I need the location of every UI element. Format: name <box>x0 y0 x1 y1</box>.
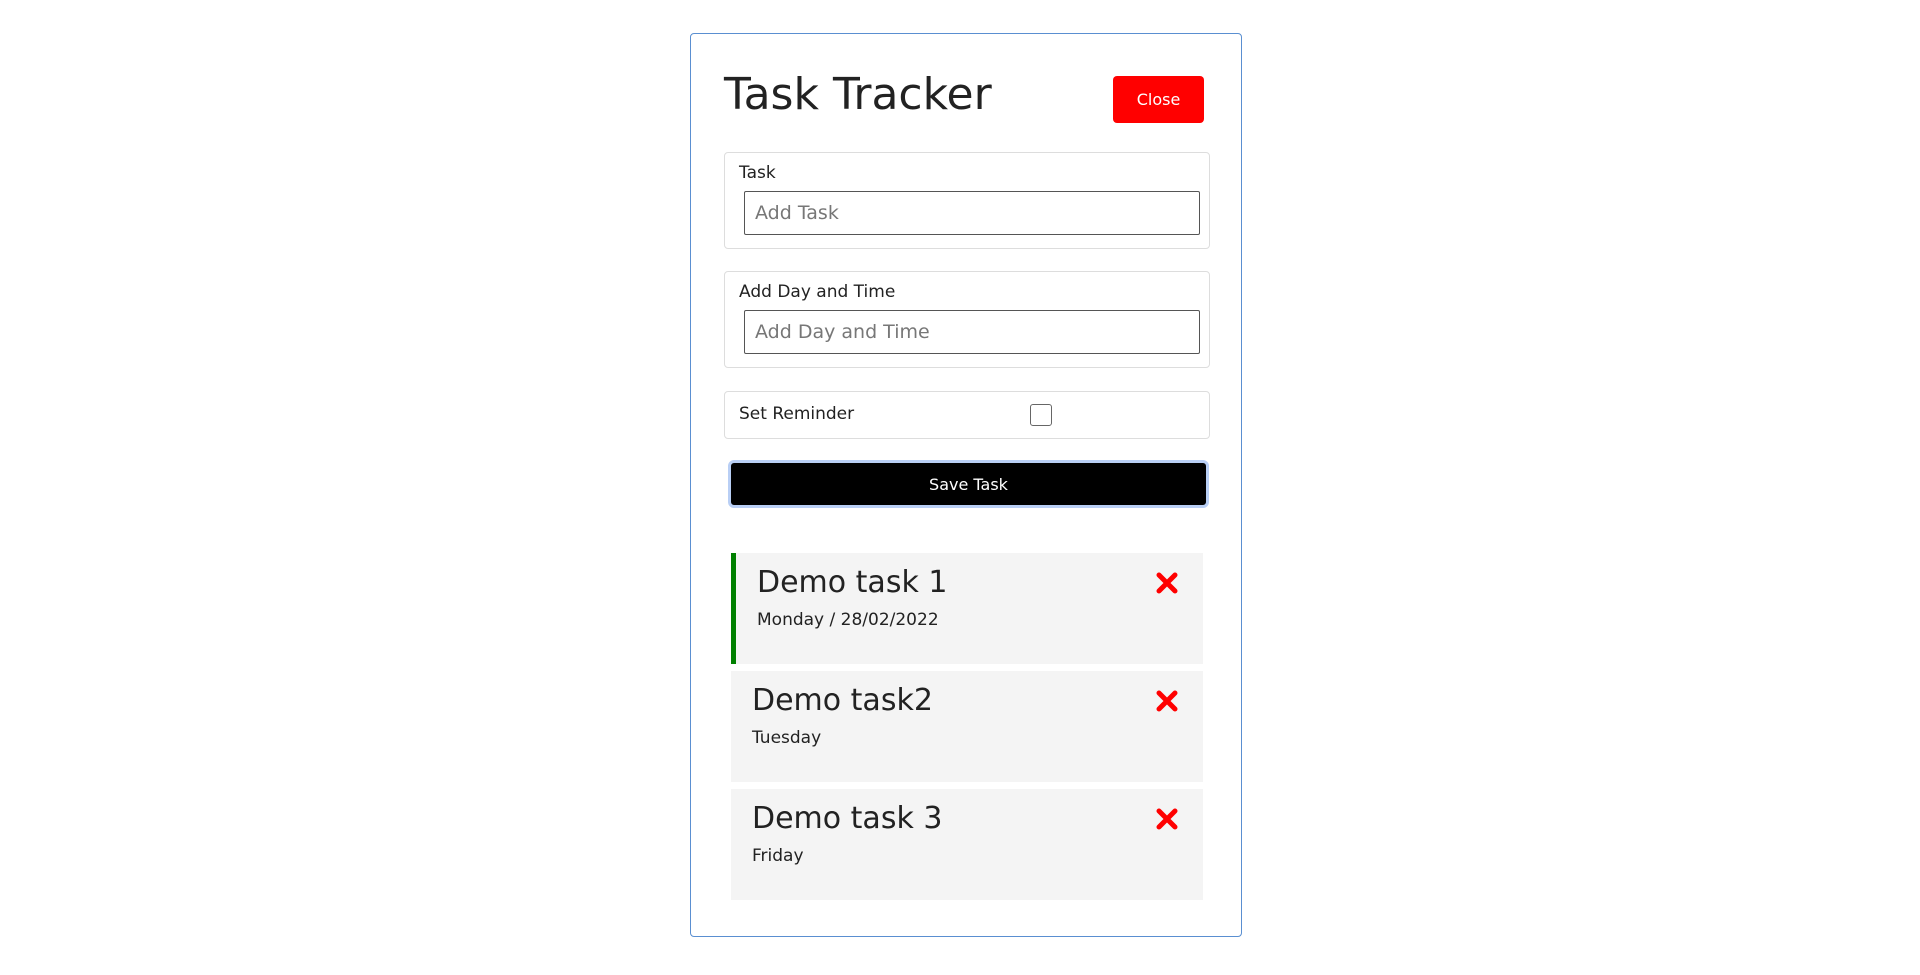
reminder-label: Set Reminder <box>739 404 855 424</box>
task-title: Demo task2 <box>752 683 933 718</box>
task-title: Demo task 3 <box>752 801 943 836</box>
task-label: Task <box>739 163 776 183</box>
task-tracker-container: Task Tracker Close Task Add Day and Time… <box>690 33 1242 937</box>
task-form-control: Task <box>724 152 1210 249</box>
task-day: Monday / 28/02/2022 <box>757 610 939 630</box>
task-item[interactable]: Demo task2 Tuesday <box>731 671 1203 782</box>
reminder-form-control: Set Reminder <box>724 391 1210 439</box>
task-day: Friday <box>752 846 804 866</box>
times-icon[interactable] <box>1155 807 1179 831</box>
times-icon[interactable] <box>1155 571 1179 595</box>
task-list: Demo task 1 Monday / 28/02/2022 Demo tas… <box>731 553 1203 907</box>
day-input[interactable] <box>744 310 1200 354</box>
page-title: Task Tracker <box>724 69 992 120</box>
task-item[interactable]: Demo task 1 Monday / 28/02/2022 <box>731 553 1203 664</box>
times-icon[interactable] <box>1155 689 1179 713</box>
task-item[interactable]: Demo task 3 Friday <box>731 789 1203 900</box>
header: Task Tracker Close <box>724 64 1210 124</box>
task-input[interactable] <box>744 191 1200 235</box>
day-form-control: Add Day and Time <box>724 271 1210 368</box>
close-button[interactable]: Close <box>1113 76 1204 123</box>
task-title: Demo task 1 <box>757 565 948 600</box>
day-label: Add Day and Time <box>739 282 896 302</box>
reminder-checkbox[interactable] <box>1030 404 1052 426</box>
task-day: Tuesday <box>752 728 822 748</box>
save-task-button[interactable]: Save Task <box>728 460 1209 508</box>
